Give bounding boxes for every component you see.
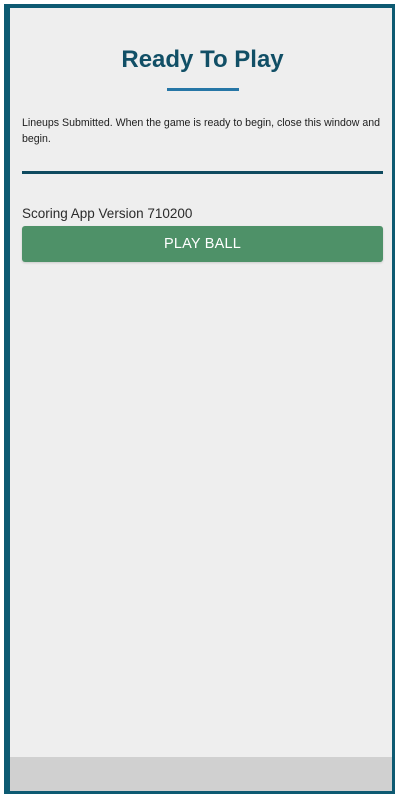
section-divider [22,171,383,174]
app-version-label: Scoring App Version 710200 [22,206,193,221]
title-underline [166,88,239,91]
lineup-status-message: Lineups Submitted. When the game is read… [22,117,381,145]
main-content: Ready To Play Lineups Submitted. When th… [10,8,392,757]
footer-bar [10,757,392,791]
page-title: Ready To Play [121,46,284,73]
play-ball-button[interactable]: PLAY BALL [22,226,383,262]
app-window: Ready To Play Lineups Submitted. When th… [4,4,395,794]
